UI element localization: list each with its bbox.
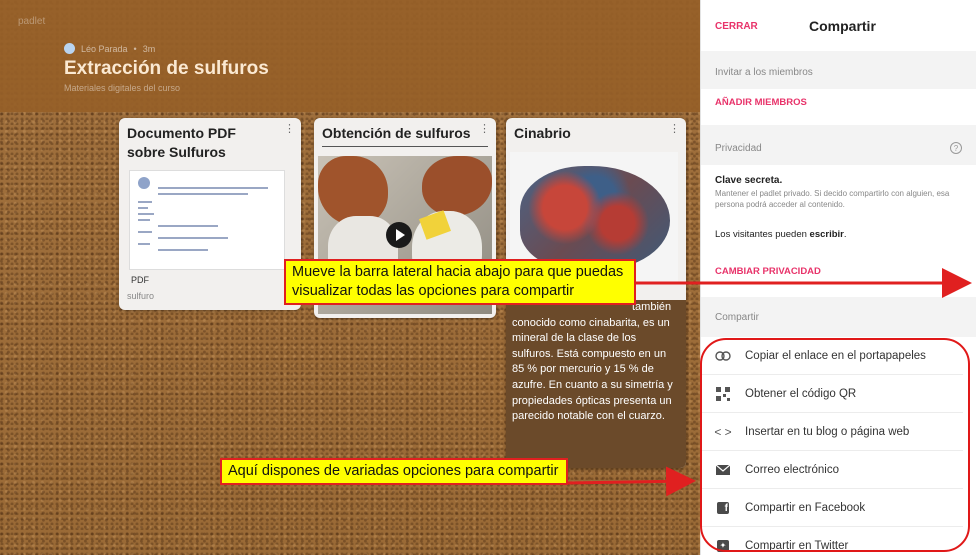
card-menu-icon[interactable]: ⋮	[479, 122, 490, 135]
file-type-label: PDF	[131, 275, 149, 285]
title-divider	[322, 146, 488, 147]
change-privacy-button[interactable]: CAMBIAR PRIVACIDAD	[715, 266, 821, 277]
pdf-caption: sulfuro	[127, 291, 155, 301]
pdf-card-title: Documento PDF sobre Sulfuros	[127, 125, 236, 160]
panel-title: Compartir	[809, 18, 876, 34]
share-options-note: Aquí dispones de variadas opciones para …	[220, 458, 568, 485]
privacy-label: Privacidad	[715, 143, 762, 154]
card-menu-icon[interactable]: ⋮	[284, 122, 295, 135]
privacy-title: Clave secreta.	[715, 175, 783, 186]
author-name: Léo Parada	[81, 43, 128, 54]
add-members-button[interactable]: AÑADIR MIEMBROS	[715, 97, 807, 108]
video-card-title: Obtención de sulfuros	[322, 125, 471, 141]
help-icon[interactable]: ?	[950, 142, 962, 154]
close-button[interactable]: CERRAR	[715, 21, 758, 32]
privacy-description: Mantener el padlet privado. Si decido co…	[715, 189, 950, 209]
board-header: padlet Léo Parada • 3m Extracción de sul…	[0, 0, 700, 112]
visitors-permission: Los visitantes pueden escribir.	[715, 229, 847, 240]
rock-image	[422, 156, 492, 216]
share-options-highlight	[700, 338, 970, 552]
invite-label: Invitar a los miembros	[715, 67, 813, 78]
card-menu-icon[interactable]: ⋮	[669, 122, 680, 135]
padlet-logo[interactable]: padlet	[18, 16, 45, 27]
avatar	[64, 43, 75, 54]
board-title: Extracción de sulfuros	[64, 58, 269, 79]
post-time: 3m	[142, 43, 156, 54]
pdf-card[interactable]: Documento PDF sobre Sulfuros ⋮ PDF sulfu…	[119, 118, 301, 310]
scroll-instruction-note: Mueve la barra lateral hacia abajo para …	[284, 259, 636, 305]
cinnabar-stone	[520, 166, 670, 270]
cinabrio-description-text: también conocido como cinabarita, es un …	[512, 301, 673, 423]
board-subtitle: Materiales digitales del curso	[64, 83, 181, 93]
separator-dot: •	[133, 43, 137, 54]
visitors-permission-value: escribir	[809, 229, 844, 240]
pdf-preview[interactable]	[129, 170, 285, 270]
play-icon[interactable]	[386, 222, 412, 248]
board-author: Léo Parada • 3m	[64, 43, 155, 54]
cinabrio-card-title: Cinabrio	[514, 125, 571, 141]
visitors-prefix: Los visitantes pueden	[715, 229, 807, 240]
share-label: Compartir	[715, 312, 759, 323]
